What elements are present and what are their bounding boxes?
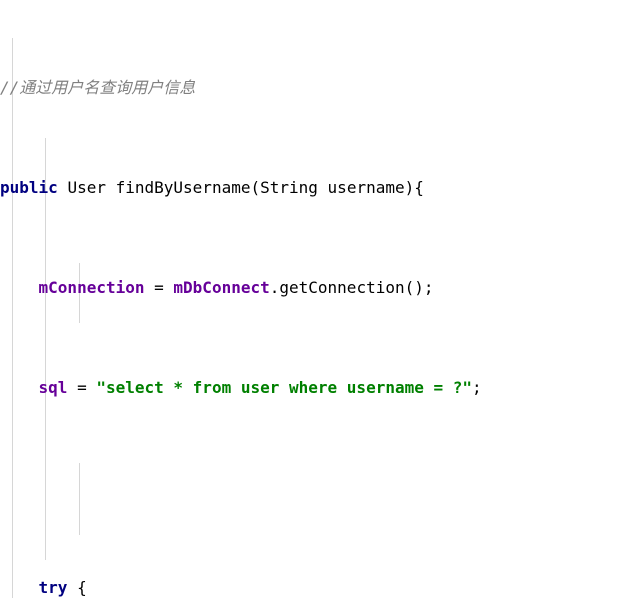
method-name-findbyusername: findByUsername: [115, 178, 251, 197]
code-line-3[interactable]: mConnection = mDbConnect.getConnection()…: [0, 275, 634, 300]
code-line-5-blank[interactable]: [0, 475, 634, 500]
param-username: username: [327, 178, 405, 197]
field-mdbconnect: mDbConnect: [173, 278, 270, 297]
type-string: String: [260, 178, 318, 197]
code-line-6[interactable]: try {: [0, 575, 634, 600]
keyword-public: public: [0, 178, 58, 197]
call-getconnection: getConnection: [279, 278, 405, 297]
field-sql: sql: [38, 378, 68, 397]
code-editor-viewport[interactable]: //通过用户名查询用户信息 public User findByUsername…: [0, 0, 634, 602]
code-line-2[interactable]: public User findByUsername(String userna…: [0, 175, 634, 200]
type-user: User: [67, 178, 106, 197]
string-sql-query: "select * from user where username = ?": [96, 378, 473, 397]
code-line-4[interactable]: sql = "select * from user where username…: [0, 375, 634, 400]
field-mconnection: mConnection: [38, 278, 145, 297]
comment-token: //通过用户名查询用户信息: [0, 78, 196, 97]
source-code-block[interactable]: //通过用户名查询用户信息 public User findByUsername…: [0, 0, 634, 602]
code-line-1[interactable]: //通过用户名查询用户信息: [0, 75, 634, 100]
keyword-try: try: [38, 578, 68, 597]
